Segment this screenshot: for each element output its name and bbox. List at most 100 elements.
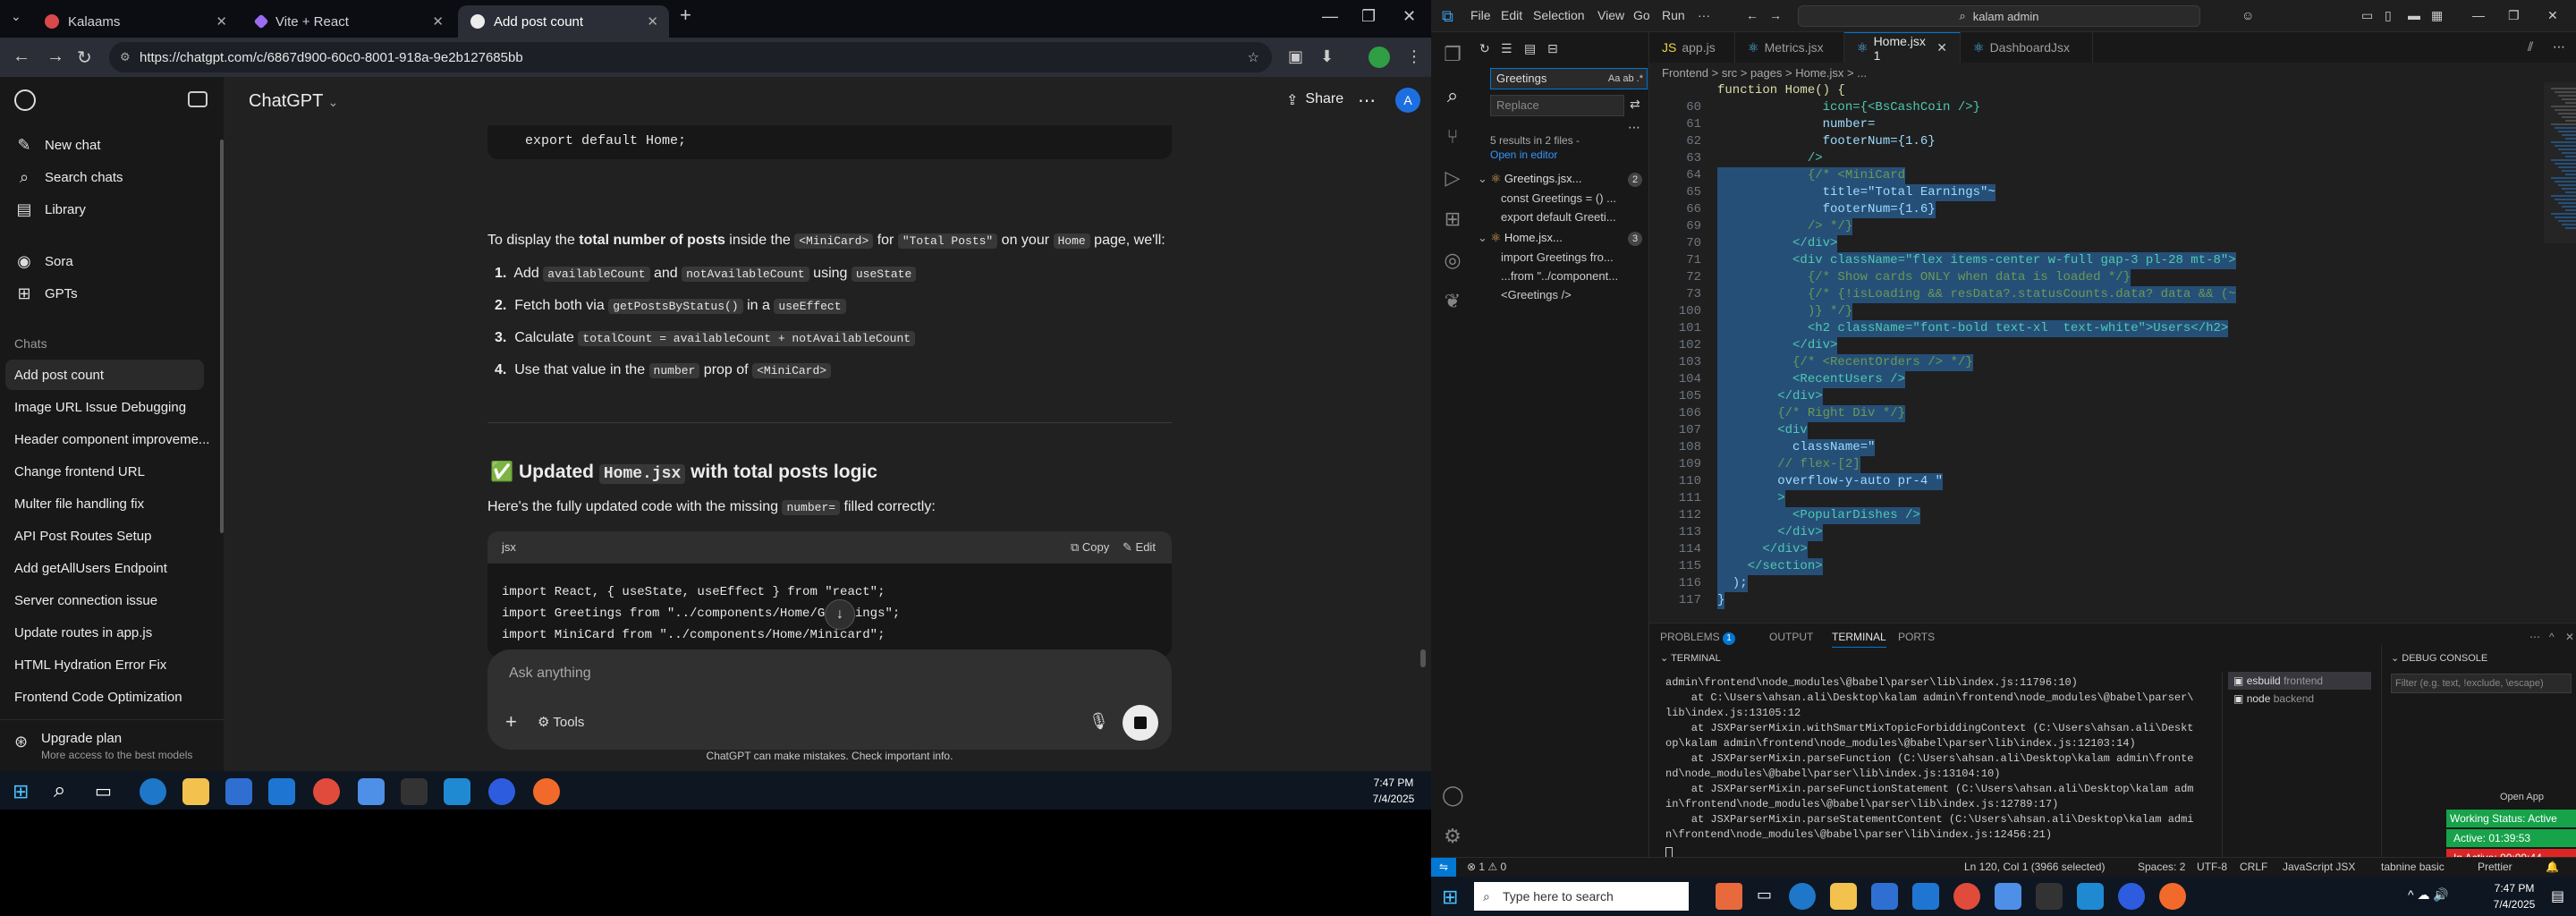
eol[interactable]: CRLF (2240, 861, 2267, 873)
terminal-icon[interactable] (2036, 883, 2063, 910)
sidebar-toggle-icon[interactable] (188, 91, 208, 107)
copilot-icon[interactable]: ☺ (2241, 8, 2254, 22)
edge-icon[interactable] (1789, 883, 1816, 910)
zoom-icon[interactable] (488, 778, 515, 805)
menu-selection[interactable]: Selection (1533, 8, 1585, 22)
layout-icon[interactable]: ▭ (2361, 8, 2373, 23)
maximize-icon[interactable]: ❐ (2508, 8, 2520, 23)
search-icon[interactable]: ⌕ (1442, 84, 1463, 106)
forward-icon[interactable]: → (1769, 8, 1782, 22)
system-tray-icons[interactable]: ^ ☁ 🔊 (2408, 887, 2449, 903)
chat-item[interactable]: Add getAllUsers Endpoint (14, 553, 213, 583)
new-chat-button[interactable]: ✎ New chat (14, 136, 100, 155)
openai-logo-icon[interactable] (14, 89, 36, 111)
code-editor[interactable]: function Home() { 60 icon={<BsCashCoin /… (1649, 82, 2544, 623)
search-options-icon[interactable]: Aa ab .* (1608, 69, 1643, 89)
task-view-icon[interactable]: ▭ (95, 780, 112, 802)
problems-status[interactable]: ⊗ 1 ⚠ 0 (1467, 861, 1506, 873)
tab-menu-icon[interactable]: ⌄ (11, 9, 21, 24)
news-icon[interactable] (1716, 883, 1742, 910)
tabnine-status[interactable]: tabnine basic (2381, 861, 2445, 873)
open-in-editor-link[interactable]: Open in editor (1490, 148, 1557, 161)
tab-home[interactable]: ⚛ Home.jsx 1 ✕ (1844, 32, 1961, 63)
back-icon[interactable]: ← (1746, 8, 1758, 22)
collapse-all-icon[interactable]: ⊟ (1547, 41, 1558, 56)
model-selector[interactable]: ChatGPT ⌄ (249, 91, 338, 112)
site-info-icon[interactable]: ⚙ (120, 50, 131, 64)
maximize-panel-icon[interactable]: ^ (2549, 631, 2555, 643)
explorer-icon[interactable]: ❐ (1442, 43, 1463, 65)
share-button[interactable]: ⇪ Share (1286, 91, 1343, 109)
tab-ports[interactable]: PORTS (1898, 631, 1935, 643)
file-explorer-icon[interactable] (182, 778, 209, 805)
windows-start-icon[interactable]: ⊞ (13, 780, 29, 803)
notifications-icon[interactable]: 🔔 (2546, 861, 2559, 873)
clock[interactable]: 7:47 PM 7/4/2025 (2483, 882, 2546, 911)
chat-item[interactable]: Add post count (5, 360, 204, 390)
close-icon[interactable]: ✕ (432, 13, 444, 30)
search-match[interactable]: import Greetings fro... (1501, 250, 1614, 264)
browser-menu-icon[interactable]: ⋮ (1406, 47, 1422, 66)
library-button[interactable]: ▤ Library (14, 200, 85, 219)
new-search-editor-icon[interactable]: ▤ (1524, 41, 1536, 56)
tab-terminal[interactable]: TERMINAL (1832, 631, 1886, 648)
store-icon[interactable] (1871, 883, 1898, 910)
windows-start-icon[interactable]: ⊞ (1442, 886, 1458, 909)
terminal-item-esbuild[interactable]: ▣ esbuild frontend (2228, 672, 2371, 690)
bookmark-star-icon[interactable]: ☆ (1248, 49, 1259, 65)
refresh-icon[interactable]: ↻ (1479, 41, 1490, 56)
toggle-panel-icon[interactable]: ▬ (2408, 8, 2420, 22)
chat-item[interactable]: API Post Routes Setup (14, 521, 213, 551)
browser-tab-add-post-count[interactable]: Add post count ✕ (458, 5, 669, 38)
menu-file[interactable]: File (1470, 8, 1491, 22)
upgrade-plan-button[interactable]: ⊛ Upgrade plan More access to the best m… (0, 719, 224, 778)
minimize-icon[interactable]: — (1322, 7, 1338, 26)
menu-edit[interactable]: Edit (1501, 8, 1522, 22)
command-center[interactable]: ⌕ kalam admin (1798, 5, 2200, 27)
language-mode[interactable]: JavaScript JSX (2283, 861, 2355, 873)
stop-button[interactable] (1123, 705, 1158, 741)
debug-filter-input[interactable]: Filter (e.g. text, !exclude, \escape) (2391, 674, 2572, 693)
chat-item[interactable]: Server connection issue (14, 585, 213, 615)
split-editor-icon[interactable]: ⫽ (2528, 39, 2533, 55)
task-view-icon[interactable]: ▭ (1757, 886, 1772, 904)
encoding[interactable]: UTF-8 (2197, 861, 2227, 873)
chrome-icon[interactable] (313, 778, 340, 805)
minimize-icon[interactable]: — (2472, 8, 2485, 22)
menu-run[interactable]: Run (1662, 8, 1685, 22)
zoom-icon[interactable] (2118, 883, 2145, 910)
copy-button[interactable]: ⧉ Copy (1071, 540, 1109, 555)
close-window-icon[interactable]: ✕ (1402, 7, 1416, 26)
user-avatar[interactable]: A (1395, 88, 1420, 113)
profile-avatar[interactable] (1368, 47, 1390, 68)
clear-results-icon[interactable]: ☰ (1501, 41, 1513, 56)
working-status-badge[interactable]: Working Status: Active (2446, 810, 2576, 827)
cursor-position[interactable]: Ln 120, Col 1 (3966 selected) (1964, 861, 2105, 873)
notification-center-icon[interactable]: ▤ (2551, 887, 2564, 905)
mongodb-icon[interactable]: ❦ (1442, 290, 1463, 312)
download-icon[interactable]: ⬇ (1320, 47, 1334, 66)
extension-icon[interactable]: ▣ (1288, 47, 1303, 66)
app-icon[interactable] (358, 778, 385, 805)
account-icon[interactable]: ◯ (1442, 784, 1464, 806)
search-match[interactable]: <Greetings /> (1501, 288, 1572, 301)
more-options-icon[interactable]: ⋯ (1358, 89, 1376, 112)
microphone-icon[interactable]: 🎙 (1089, 712, 1109, 731)
tab-output[interactable]: OUTPUT (1769, 631, 1813, 643)
open-app-button[interactable]: Open App (2500, 792, 2544, 802)
replace-input[interactable]: Replace (1490, 95, 1624, 116)
indentation[interactable]: Spaces: 2 (2138, 861, 2185, 873)
taskbar-search-input[interactable]: ⌕ Type here to search (1474, 882, 1689, 911)
close-window-icon[interactable]: ✕ (2547, 8, 2558, 23)
customize-layout-icon[interactable]: ▦ (2431, 8, 2443, 23)
tab-dashboard[interactable]: ⚛ DashboardJsx (1961, 32, 2093, 63)
remote-indicator-icon[interactable]: ⇋ (1431, 858, 1456, 877)
reload-icon[interactable]: ↻ (77, 47, 92, 69)
search-match[interactable]: const Greetings = () ... (1501, 191, 1616, 205)
terminal-item-node[interactable]: ▣ node backend (2228, 690, 2371, 708)
chat-item[interactable]: Change frontend URL (14, 456, 213, 487)
tab-app-js[interactable]: JS app.js (1649, 32, 1735, 63)
prettier-status[interactable]: Prettier (2478, 861, 2512, 873)
menu-more[interactable]: ··· (1698, 8, 1710, 22)
search-match[interactable]: ...from "../component... (1501, 269, 1618, 283)
